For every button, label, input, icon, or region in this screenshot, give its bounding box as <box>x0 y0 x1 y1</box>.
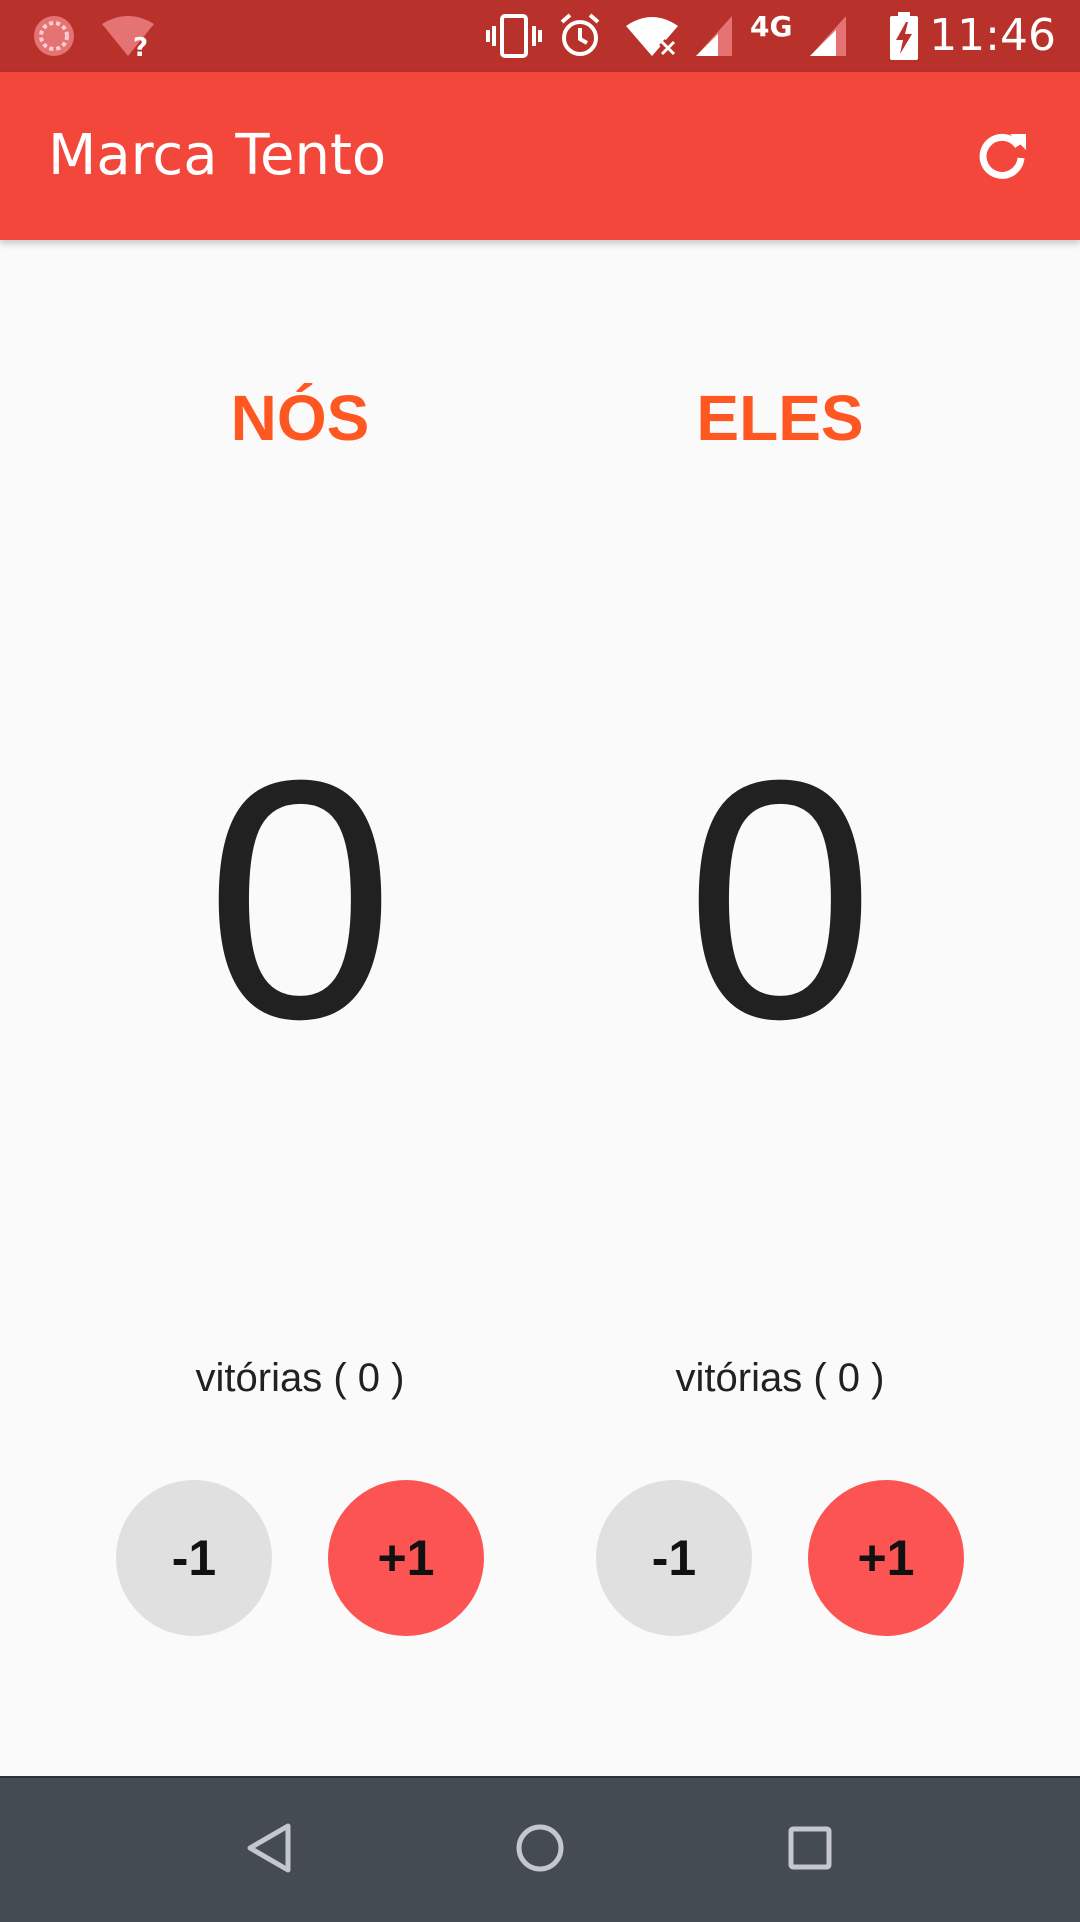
vibrate-icon <box>486 12 542 60</box>
status-bar: ? 4G 11:46 <box>0 0 1080 72</box>
team-name: NÓS <box>230 382 370 454</box>
increment-button[interactable]: +1 <box>328 1480 484 1636</box>
increment-button[interactable]: +1 <box>808 1480 964 1636</box>
home-button[interactable] <box>504 1814 576 1886</box>
network-type-label: 4G <box>750 10 793 43</box>
back-icon <box>246 1822 294 1878</box>
team-eles-column: ELES 0 vitórias ( 0 ) -1 +1 <box>540 240 1020 1776</box>
back-button[interactable] <box>234 1814 306 1886</box>
team-wins: vitórias ( 0 ) <box>195 1356 405 1400</box>
wifi-off-icon <box>624 12 682 60</box>
team-score: 0 <box>685 710 875 1090</box>
signal-icon <box>696 12 736 60</box>
recents-icon <box>786 1824 834 1876</box>
signal-icon <box>810 12 850 60</box>
decrement-button[interactable]: -1 <box>116 1480 272 1636</box>
status-time: 11:46 <box>929 10 1056 61</box>
refresh-icon <box>974 128 1030 188</box>
wifi-unknown-icon: ? <box>100 12 156 63</box>
refresh-button[interactable] <box>960 116 1044 200</box>
team-wins: vitórias ( 0 ) <box>675 1356 885 1400</box>
battery-charging-icon <box>890 12 918 60</box>
app-title: Marca Tento <box>48 123 387 188</box>
team-nos-column: NÓS 0 vitórias ( 0 ) -1 +1 <box>60 240 540 1776</box>
home-icon <box>514 1822 566 1878</box>
navigation-bar <box>0 1776 1080 1922</box>
team-name: ELES <box>696 382 864 454</box>
recents-button[interactable] <box>774 1814 846 1886</box>
decrement-button[interactable]: -1 <box>596 1480 752 1636</box>
app-bar: Marca Tento <box>0 72 1080 240</box>
alarm-icon <box>556 12 604 60</box>
team-score: 0 <box>205 710 395 1090</box>
app-notification-icon <box>30 12 78 60</box>
svg-text:?: ? <box>133 33 148 60</box>
